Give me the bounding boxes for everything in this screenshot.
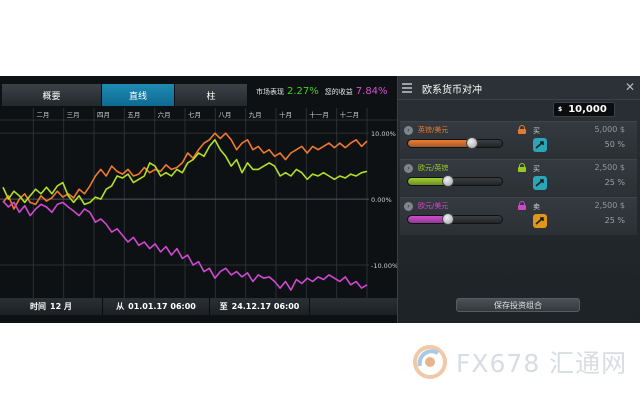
allocation-slider-handle[interactable] [442, 213, 454, 225]
chart-panel: 概要 直线 柱 市场表现 2.27% 您的收益 7.84% 二月 三月 四月 五月 六月… [0, 76, 397, 323]
month-tick-label: 十二月 [340, 110, 360, 119]
currency-pair-label: 英镑/美元 [418, 126, 449, 134]
lock-icon[interactable] [518, 201, 526, 210]
period-key: 时间 [30, 302, 47, 311]
lock-icon[interactable] [518, 125, 526, 134]
trade-side-label: 买 [533, 127, 540, 135]
save-portfolio-button[interactable]: 保存投资组合 [456, 298, 580, 312]
allocation-percent: 25 % [604, 178, 625, 187]
fx678-watermark: FX678 汇通网 [412, 343, 627, 381]
allocation-slider-handle[interactable] [442, 175, 454, 187]
allocation-slider[interactable] [407, 215, 503, 224]
menu-icon[interactable] [402, 83, 412, 93]
month-tick-label: 十一月 [309, 110, 329, 119]
period-value: 12 月 [50, 302, 72, 311]
position-row[interactable]: › 欧元/英镑 买 2,500 $ 25 % [400, 159, 637, 197]
tab-bar[interactable]: 柱 [175, 84, 248, 106]
expand-arrow-icon[interactable]: › [404, 202, 413, 211]
y-tick-label: 10.00% [371, 130, 396, 138]
portfolio-header: 欧系货币对冲 ✕ [398, 76, 640, 100]
currency-pair-label: 欧元/美元 [418, 202, 449, 210]
performance-stats: 市场表现 2.27% 您的收益 7.84% [256, 86, 394, 97]
to-date-selector[interactable]: 至 24.12.17 06:00 [210, 298, 310, 315]
position-amount: 2,500 $ [594, 163, 625, 172]
month-tick-label: 九月 [249, 110, 262, 119]
expand-arrow-icon[interactable]: › [404, 126, 413, 135]
your-return-label: 您的收益 [324, 88, 353, 96]
allocation-percent: 25 % [604, 216, 625, 225]
close-icon[interactable]: ✕ [625, 80, 635, 94]
position-amount: 2,500 $ [594, 201, 625, 210]
swap-direction-icon[interactable] [533, 214, 547, 228]
portfolio-title: 欧系货币对冲 [422, 85, 482, 96]
month-tick-label: 六月 [158, 110, 171, 119]
allocation-percent: 50 % [604, 140, 625, 149]
allocation-slider[interactable] [407, 139, 503, 148]
tab-line[interactable]: 直线 [102, 84, 175, 106]
from-date-selector[interactable]: 从 01.01.17 06:00 [103, 298, 210, 315]
from-key: 从 [116, 302, 125, 311]
month-tick-label: 四月 [97, 111, 110, 119]
month-tick-label: 二月 [36, 111, 49, 119]
portfolio-panel: 欧系货币对冲 ✕ $ 10,000 › 英镑/美元 买 5,000 $ 50 %… [397, 76, 640, 323]
your-return-value: 7.84% [355, 86, 388, 97]
lock-icon[interactable] [518, 163, 526, 172]
performance-line-chart: 二月 三月 四月 五月 六月 七月 八月 九月 十月 十一月 十二月 10.00% 0.00% -10.… [0, 108, 397, 298]
currency-pair-label: 欧元/英镑 [418, 164, 449, 172]
month-tick-label: 五月 [127, 111, 140, 119]
to-date-value: 24.12.17 06:00 [231, 302, 300, 311]
month-tick-label: 三月 [67, 111, 80, 119]
from-date-value: 01.01.17 06:00 [128, 302, 196, 311]
fx678-watermark-text: FX678 汇通网 [456, 349, 628, 378]
position-row[interactable]: › 英镑/美元 买 5,000 $ 50 % [400, 121, 637, 159]
to-key: 至 [219, 302, 228, 311]
investment-amount-value: 10,000 [568, 104, 607, 115]
position-row[interactable]: › 欧元/美元 卖 2,500 $ 25 % [400, 197, 637, 235]
trade-side-label: 卖 [533, 203, 540, 211]
position-amount: 5,000 $ [594, 125, 625, 134]
chart-tabs: 概要 直线 柱 [2, 84, 248, 106]
period-selector[interactable]: 时间 12 月 [0, 298, 103, 315]
y-tick-label: -10.00% [371, 262, 397, 270]
month-tick-label: 十月 [279, 110, 292, 119]
time-range-bar: 时间 12 月 从 01.01.17 06:00 至 24.12.17 06:0… [0, 298, 397, 315]
swap-direction-icon[interactable] [533, 138, 547, 152]
allocation-slider-handle[interactable] [466, 137, 478, 149]
investment-amount-input[interactable]: $ 10,000 [553, 102, 615, 117]
trade-side-label: 买 [533, 165, 540, 173]
market-performance-value: 2.27% [287, 86, 319, 97]
dollar-icon: $ [558, 106, 563, 113]
swap-direction-icon[interactable] [533, 176, 547, 190]
month-tick-label: 八月 [218, 111, 231, 119]
month-tick-label: 七月 [188, 110, 201, 119]
allocation-slider[interactable] [407, 177, 503, 186]
app-window: 概要 直线 柱 市场表现 2.27% 您的收益 7.84% 二月 三月 四月 五月 六月… [0, 76, 640, 323]
tab-overview[interactable]: 概要 [2, 84, 102, 106]
market-performance-label: 市场表现 [256, 88, 284, 96]
expand-arrow-icon[interactable]: › [404, 164, 413, 173]
y-tick-label: 0.00% [371, 196, 392, 204]
fx678-logo-icon [413, 345, 447, 379]
